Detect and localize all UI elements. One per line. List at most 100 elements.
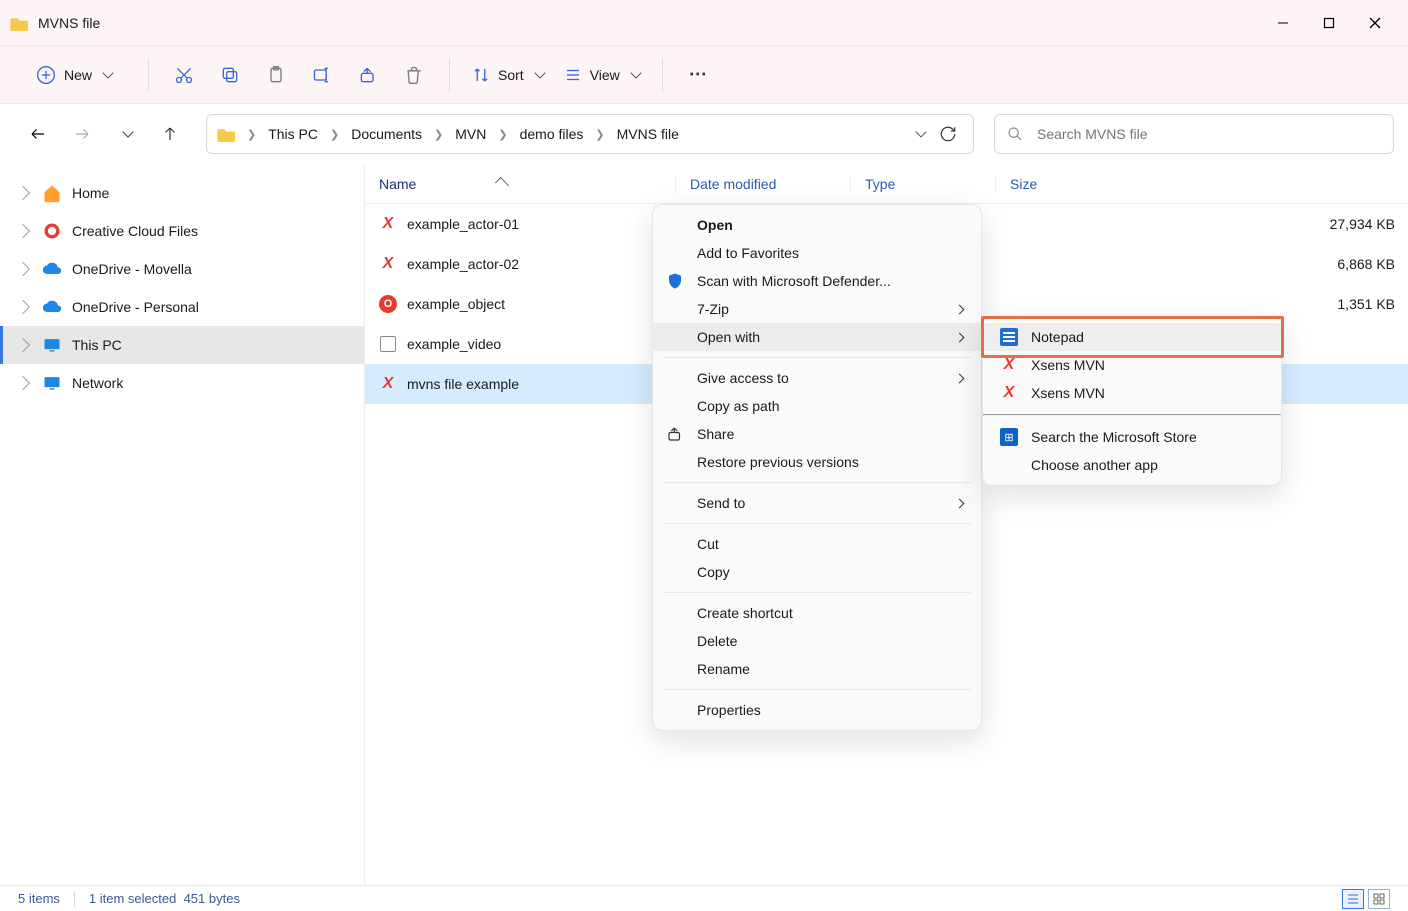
file-name: example_video: [407, 336, 675, 352]
openwith-xsens-mvn[interactable]: XXsens MVN: [983, 379, 1281, 407]
tree-item-onedrive---movella[interactable]: OneDrive - Movella: [0, 250, 364, 288]
new-label: New: [64, 67, 92, 83]
search-icon: [1007, 126, 1023, 142]
tree-item-onedrive---personal[interactable]: OneDrive - Personal: [0, 288, 364, 326]
paste-button[interactable]: [253, 55, 299, 95]
forward-button[interactable]: [64, 116, 100, 152]
ctx-copy-as-path[interactable]: Copy as path: [653, 392, 981, 420]
tree-item-label: Creative Cloud Files: [72, 223, 198, 239]
chevron-down-icon: [630, 67, 641, 78]
column-size[interactable]: Size: [995, 176, 1105, 192]
chevron-right-icon: [16, 376, 30, 390]
more-button[interactable]: ⋯: [675, 55, 721, 95]
ctx-label: Copy as path: [697, 398, 780, 414]
ctx-label: 7-Zip: [697, 301, 729, 317]
column-type[interactable]: Type: [850, 176, 995, 192]
shield-icon: [665, 271, 685, 291]
ctx-label: Scan with Microsoft Defender...: [697, 273, 891, 289]
ctx-create-shortcut[interactable]: Create shortcut: [653, 599, 981, 627]
details-view-button[interactable]: [1342, 889, 1364, 909]
ctx-label: Open with: [697, 329, 760, 345]
back-button[interactable]: [20, 116, 56, 152]
chevron-right-icon: [16, 338, 30, 352]
object-file-icon: O: [379, 295, 397, 313]
column-headers: Name Date modified Type Size: [365, 164, 1408, 204]
openwith-submenu: Notepad XXsens MVNXXsens MVN ⊞Search the M…: [982, 316, 1282, 486]
recent-button[interactable]: [108, 116, 144, 152]
new-button[interactable]: New: [30, 61, 118, 89]
tree-item-network[interactable]: Network: [0, 364, 364, 402]
ctx-cut[interactable]: Cut: [653, 530, 981, 558]
ctx-label: Send to: [697, 495, 745, 511]
breadcrumb[interactable]: Documents: [349, 124, 424, 144]
breadcrumb[interactable]: MVN: [453, 124, 488, 144]
tree-item-this-pc[interactable]: This PC: [0, 326, 364, 364]
copy-button[interactable]: [207, 55, 253, 95]
ctx-delete[interactable]: Delete: [653, 627, 981, 655]
ctx-label: Cut: [697, 536, 719, 552]
tree-item-label: Home: [72, 185, 109, 201]
chevron-down-icon: [102, 67, 113, 78]
cut-button[interactable]: [161, 55, 207, 95]
sort-button[interactable]: Sort: [462, 55, 554, 95]
ctx-copy[interactable]: Copy: [653, 558, 981, 586]
tree-item-label: This PC: [72, 337, 122, 353]
delete-button[interactable]: [391, 55, 437, 95]
toolbar: New Sort View ⋯: [0, 46, 1408, 104]
ctx-label: Open: [697, 217, 733, 233]
ctx-properties[interactable]: Properties: [653, 696, 981, 724]
ctx-label: Add to Favorites: [697, 245, 799, 261]
file-name: example_actor-02: [407, 256, 675, 272]
ctx-share[interactable]: Share: [653, 420, 981, 448]
breadcrumb[interactable]: This PC: [266, 124, 320, 144]
breadcrumb[interactable]: MVNS file: [615, 124, 681, 144]
up-button[interactable]: [152, 116, 188, 152]
openwith-choose-another-app[interactable]: Choose another app: [983, 451, 1281, 479]
rename-button[interactable]: [299, 55, 345, 95]
address-bar[interactable]: ❯ This PC ❯ Documents ❯ MVN ❯ demo files…: [206, 114, 974, 154]
minimize-button[interactable]: [1260, 7, 1306, 39]
tree-item-home[interactable]: Home: [0, 174, 364, 212]
video-file-icon: [380, 336, 396, 352]
openwith-label: Notepad: [1031, 329, 1084, 345]
openwith-search-the-microsoft-store[interactable]: ⊞Search the Microsoft Store: [983, 423, 1281, 451]
ctx-send-to[interactable]: Send to: [653, 489, 981, 517]
share-button[interactable]: [345, 55, 391, 95]
column-date[interactable]: Date modified: [675, 176, 850, 192]
thumbnails-view-button[interactable]: [1368, 889, 1390, 909]
openwith-notepad[interactable]: Notepad: [983, 323, 1281, 351]
chevron-down-icon: [534, 67, 545, 78]
chevron-right-icon: [955, 332, 965, 342]
column-name[interactable]: Name: [365, 176, 675, 192]
ctx-scan-with-microsoft-defender-[interactable]: Scan with Microsoft Defender...: [653, 267, 981, 295]
xsens-file-icon: X: [383, 255, 394, 273]
ctx-restore-previous-versions[interactable]: Restore previous versions: [653, 448, 981, 476]
openwith-label: Xsens MVN: [1031, 385, 1105, 401]
search-box[interactable]: [994, 114, 1394, 154]
file-name: mvns file example: [407, 376, 675, 392]
ctx--zip[interactable]: 7-Zip: [653, 295, 981, 323]
openwith-xsens-mvn[interactable]: XXsens MVN: [983, 351, 1281, 379]
ctx-open-with[interactable]: Open with: [653, 323, 981, 351]
chevron-right-icon: [16, 262, 30, 276]
chevron-down-icon[interactable]: [915, 126, 926, 137]
maximize-button[interactable]: [1306, 7, 1352, 39]
share-icon: [665, 424, 685, 444]
view-button[interactable]: View: [554, 55, 650, 95]
refresh-icon[interactable]: [939, 125, 957, 143]
tree-item-label: OneDrive - Movella: [72, 261, 192, 277]
ctx-add-to-favorites[interactable]: Add to Favorites: [653, 239, 981, 267]
file-list: Name Date modified Type Size Xexample_ac…: [365, 164, 1408, 885]
tree-item-creative-cloud-files[interactable]: Creative Cloud Files: [0, 212, 364, 250]
folder-icon: [10, 15, 30, 31]
close-button[interactable]: [1352, 7, 1398, 39]
ctx-rename[interactable]: Rename: [653, 655, 981, 683]
breadcrumb[interactable]: demo files: [518, 124, 586, 144]
ctx-open[interactable]: Open: [653, 211, 981, 239]
chevron-right-icon: [955, 498, 965, 508]
chevron-right-icon: [955, 373, 965, 383]
ctx-give-access-to[interactable]: Give access to: [653, 364, 981, 392]
search-input[interactable]: [1035, 125, 1381, 143]
ms-store-icon: ⊞: [1000, 428, 1018, 446]
file-name: example_actor-01: [407, 216, 675, 232]
